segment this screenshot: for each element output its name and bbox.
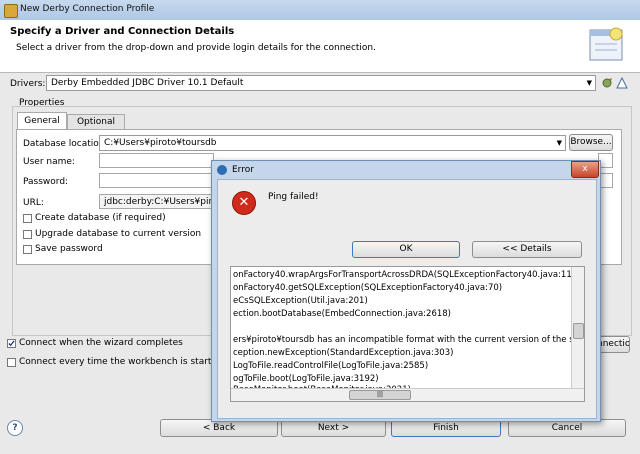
detail-line: onFactory40.wrapArgsForTransportAcrossDR… — [233, 270, 581, 280]
error-dialog-title: Error — [232, 165, 254, 175]
wizard-header: Specify a Driver and Connection Details … — [0, 20, 640, 73]
drivers-selected: Derby Embedded JDBC Driver 10.1 Default — [51, 78, 244, 88]
chevron-down-icon: ▼ — [556, 139, 562, 147]
ok-button[interactable]: OK — [352, 241, 460, 258]
test-connection-button[interactable]: nnection — [596, 336, 630, 353]
browse-button[interactable]: Browse... — [569, 134, 613, 151]
url-value: jdbc:derby:C:¥Users¥piroto¥ — [104, 197, 213, 207]
wizard-banner-icon — [589, 27, 623, 61]
create-database-label: Create database (if required) — [35, 213, 166, 223]
page-title: Specify a Driver and Connection Details — [10, 26, 235, 37]
chevron-down-icon: ▼ — [586, 79, 592, 87]
upgrade-database-label: Upgrade database to current version — [35, 229, 202, 239]
error-dialog-body: ✕ Ping failed! OK << Details onFactory40… — [217, 179, 597, 419]
new-driver-icon[interactable] — [616, 77, 628, 89]
app-icon — [4, 4, 18, 18]
database-location-label: Database location: — [23, 139, 108, 149]
save-password-checkbox[interactable] — [23, 245, 32, 254]
connect-when-complete-label: Connect when the wizard completes — [19, 338, 183, 348]
page-subtitle: Select a driver from the drop-down and p… — [16, 43, 376, 53]
detail-line: ogToFile.boot(LogToFile.java:3192) — [233, 374, 379, 384]
connect-at-startup-label: Connect every time the workbench is star… — [19, 357, 223, 367]
database-location-value: C:¥Users¥piroto¥toursdb — [104, 138, 217, 148]
create-database-checkbox[interactable] — [23, 214, 32, 223]
dialog-app-icon — [217, 165, 227, 175]
detail-line: onFactory40.getSQLException(SQLException… — [233, 283, 503, 293]
user-name-field[interactable] — [99, 153, 214, 168]
connect-at-startup-checkbox[interactable] — [7, 358, 16, 367]
window-title: New Derby Connection Profile — [20, 4, 155, 14]
save-password-label: Save password — [35, 244, 103, 254]
password-label: Password: — [23, 177, 69, 187]
error-message: Ping failed! — [268, 192, 319, 202]
tab-optional[interactable]: Optional — [67, 114, 125, 130]
connect-when-complete-checkbox[interactable] — [7, 339, 16, 348]
help-icon[interactable]: ? — [7, 420, 23, 436]
vertical-scroll-thumb[interactable] — [573, 323, 584, 339]
password-field[interactable] — [99, 173, 214, 188]
detail-line: ception.newException(StandardException.j… — [233, 348, 454, 358]
details-button[interactable]: << Details — [472, 241, 582, 258]
error-details-area[interactable]: onFactory40.wrapArgsForTransportAcrossDR… — [230, 266, 585, 402]
url-label: URL: — [23, 198, 44, 208]
close-icon[interactable]: x — [571, 161, 599, 178]
checkmark-icon — [8, 340, 15, 347]
database-location-field[interactable]: C:¥Users¥piroto¥toursdb ▼ — [99, 135, 566, 151]
detail-line: ection.bootDatabase(EmbedConnection.java… — [233, 309, 451, 319]
window-titlebar: New Derby Connection Profile — [0, 0, 640, 21]
detail-line: ers¥piroto¥toursdb has an incompatible f… — [233, 335, 585, 345]
detail-line: LogToFile.readControlFile(LogToFile.java… — [233, 361, 429, 371]
url-field[interactable]: jdbc:derby:C:¥Users¥piroto¥ — [99, 194, 214, 209]
upgrade-database-checkbox[interactable] — [23, 230, 32, 239]
detail-line: eCsSQLException(Util.java:201) — [233, 296, 368, 306]
driver-edit-icon[interactable] — [601, 77, 613, 89]
horizontal-scrollbar[interactable]: ||| — [231, 388, 584, 401]
user-name-label: User name: — [23, 157, 75, 167]
drivers-dropdown[interactable]: Derby Embedded JDBC Driver 10.1 Default … — [46, 75, 596, 91]
horizontal-scroll-thumb[interactable]: ||| — [349, 390, 411, 400]
tab-general[interactable]: General — [17, 112, 67, 130]
drivers-label: Drivers: — [10, 79, 46, 89]
error-icon: ✕ — [232, 191, 256, 215]
error-dialog: Error x ✕ Ping failed! OK << Details onF… — [211, 160, 601, 422]
vertical-scrollbar[interactable] — [571, 267, 584, 389]
